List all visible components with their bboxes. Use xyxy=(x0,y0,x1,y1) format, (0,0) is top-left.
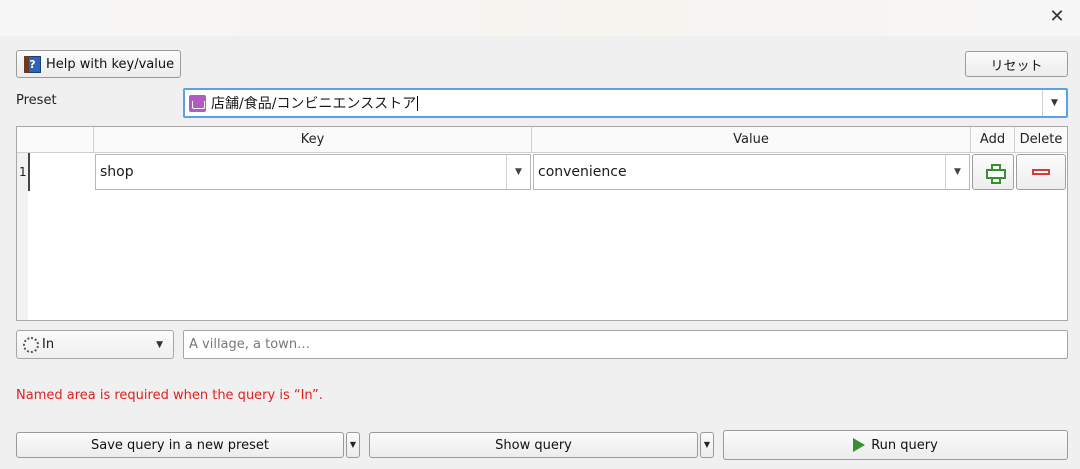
basket-icon xyxy=(189,94,206,112)
save-query-button[interactable]: Save query in a new preset xyxy=(16,432,344,458)
table-corner-header xyxy=(17,127,94,153)
show-query-button[interactable]: Show query xyxy=(369,432,698,458)
area-mode-select[interactable]: In ▼ xyxy=(16,330,174,359)
named-area-field[interactable] xyxy=(183,330,1068,359)
help-book-icon: ? xyxy=(24,55,41,73)
help-button-label: Help with key/value xyxy=(46,56,175,72)
error-message: Named area is required when the query is… xyxy=(16,388,323,403)
delete-row-button[interactable] xyxy=(1016,154,1066,190)
run-query-button[interactable]: Run query xyxy=(723,430,1068,460)
key-column-header[interactable]: Key xyxy=(94,127,532,153)
area-mode-value: In xyxy=(42,337,55,352)
play-icon xyxy=(853,438,866,452)
title-bar: ✕ xyxy=(0,0,1080,36)
chevron-down-icon[interactable]: ▼ xyxy=(1042,90,1066,116)
chevron-down-icon[interactable]: ▼ xyxy=(945,155,969,189)
row-number[interactable]: 1 xyxy=(19,165,27,179)
save-query-label: Save query in a new preset xyxy=(91,437,269,453)
preset-label: Preset xyxy=(16,93,57,108)
value-select[interactable]: convenience ▼ xyxy=(533,154,970,190)
text-caret xyxy=(417,95,419,111)
value-column-header[interactable]: Value xyxy=(532,127,971,153)
row-header-cell[interactable] xyxy=(28,153,94,191)
delete-column-header[interactable]: Delete xyxy=(1015,127,1067,153)
add-column-header[interactable]: Add xyxy=(971,127,1015,153)
key-select[interactable]: shop ▼ xyxy=(95,154,531,190)
reset-button-label: リセット xyxy=(990,58,1043,74)
preset-select[interactable]: 店舗/食品/コンビニエンスストア ▼ xyxy=(183,88,1068,118)
save-query-menu-button[interactable]: ▼ xyxy=(346,432,360,458)
key-value-table: Key Value Add Delete 1 shop ▼ convenienc… xyxy=(16,126,1068,321)
dashed-circle-icon xyxy=(23,336,39,353)
run-query-label: Run query xyxy=(871,437,938,453)
value-value: convenience xyxy=(538,164,627,180)
show-query-menu-button[interactable]: ▼ xyxy=(700,432,714,458)
close-icon[interactable]: ✕ xyxy=(1044,4,1070,30)
plus-icon-center xyxy=(993,171,997,175)
chevron-down-icon[interactable]: ▼ xyxy=(156,331,163,359)
show-query-label: Show query xyxy=(495,437,572,453)
reset-button[interactable]: リセット xyxy=(965,51,1068,77)
key-value: shop xyxy=(100,164,134,180)
minus-icon xyxy=(1032,169,1050,175)
preset-value: 店舗/食品/コンビニエンスストア xyxy=(211,96,417,112)
named-area-input[interactable] xyxy=(184,331,1067,358)
help-key-value-button[interactable]: ? Help with key/value xyxy=(16,50,181,78)
add-row-button[interactable] xyxy=(972,154,1014,190)
chevron-down-icon[interactable]: ▼ xyxy=(506,155,530,189)
